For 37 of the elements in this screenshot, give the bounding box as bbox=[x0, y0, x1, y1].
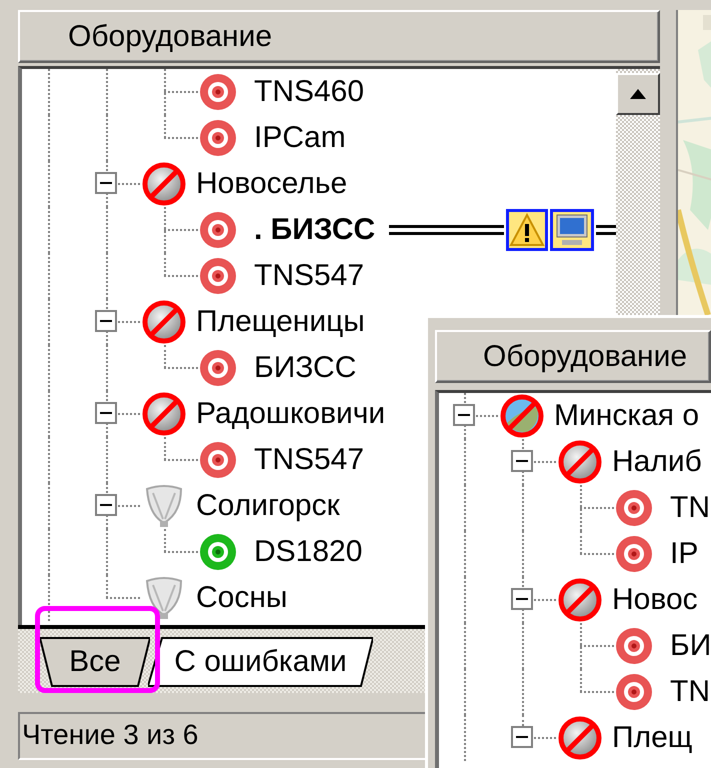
scroll-up-button[interactable] bbox=[616, 73, 660, 115]
warning-icon[interactable] bbox=[506, 209, 548, 251]
tree-item[interactable]: Радошковичи bbox=[196, 397, 386, 431]
status-text: Чтение 3 из 6 bbox=[22, 719, 198, 750]
tree-item[interactable]: TNS547 bbox=[254, 443, 364, 477]
panel-header: Оборудование bbox=[435, 330, 711, 383]
tree-item[interactable]: Налиб bbox=[612, 445, 702, 479]
collapse-button[interactable] bbox=[511, 450, 533, 472]
tree-item[interactable]: TNS547 bbox=[254, 259, 364, 293]
tree-item[interactable]: Плещ bbox=[612, 721, 692, 755]
collapse-button[interactable] bbox=[511, 588, 533, 610]
collapse-button[interactable] bbox=[511, 726, 533, 748]
tree-item[interactable]: Минская о bbox=[554, 399, 700, 433]
tree-item[interactable]: Сосны bbox=[196, 581, 288, 615]
tree-item[interactable]: БИ bbox=[670, 629, 711, 663]
computer-icon[interactable] bbox=[550, 209, 594, 251]
collapse-button[interactable] bbox=[453, 404, 475, 426]
tab[interactable]: С ошибками bbox=[148, 637, 373, 687]
tree-item[interactable]: Солигорск bbox=[196, 489, 340, 523]
tree-item[interactable]: Новоселье bbox=[196, 167, 348, 201]
tree-item[interactable]: БИЗСС bbox=[254, 351, 356, 385]
collapse-button[interactable] bbox=[95, 402, 117, 424]
collapse-button[interactable] bbox=[95, 494, 117, 516]
collapse-button[interactable] bbox=[95, 310, 117, 332]
tree-item[interactable]: DS1820 bbox=[254, 535, 362, 569]
collapse-button[interactable] bbox=[95, 172, 117, 194]
tree-item[interactable]: TNS460 bbox=[254, 75, 364, 109]
tree-item[interactable]: . БИЗСС bbox=[254, 213, 376, 247]
tree-item[interactable]: IPCam bbox=[254, 121, 346, 155]
tab[interactable]: Все bbox=[40, 637, 150, 687]
tree-item[interactable]: Новос bbox=[612, 583, 698, 617]
tree-item[interactable]: Плещеницы bbox=[196, 305, 365, 339]
panel-header: Оборудование bbox=[18, 10, 660, 63]
tree-item[interactable]: TN bbox=[670, 675, 710, 709]
tree-item[interactable]: IP bbox=[670, 537, 698, 571]
arrow-up-icon bbox=[630, 89, 646, 99]
tree-item[interactable]: TN bbox=[670, 491, 710, 525]
